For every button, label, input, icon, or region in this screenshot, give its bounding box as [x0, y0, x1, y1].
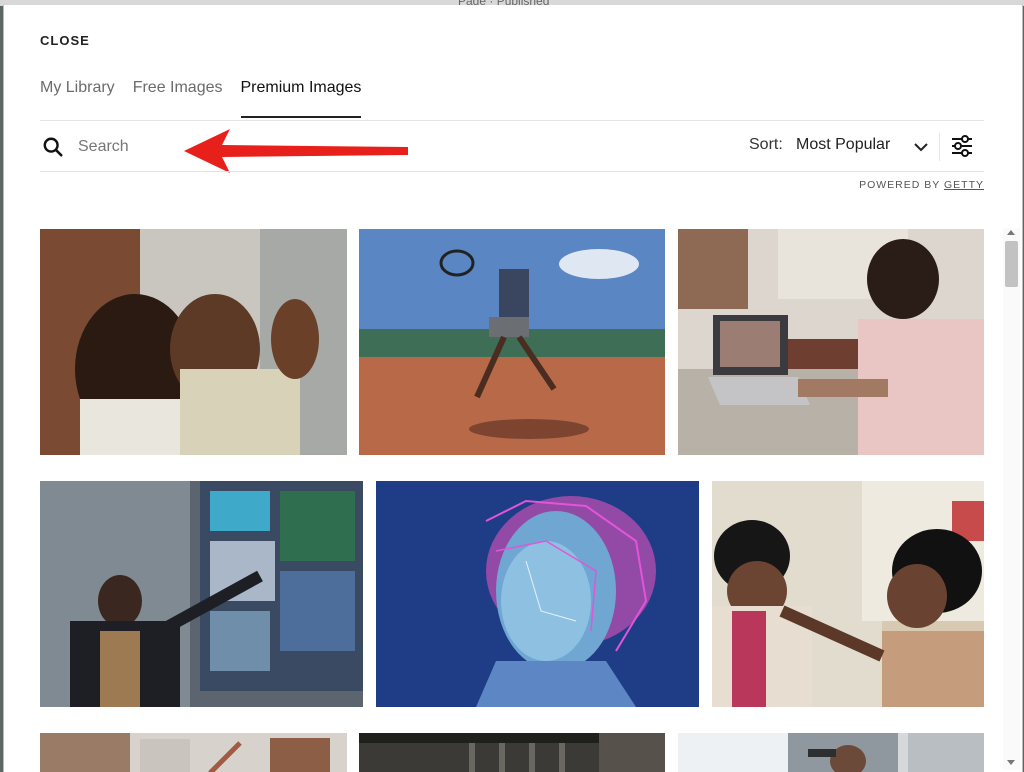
tennis-player-image[interactable] [359, 229, 665, 455]
tab-my-library[interactable]: My Library [40, 79, 115, 118]
interior-image[interactable] [359, 733, 665, 772]
scroll-up-arrow-icon[interactable] [1007, 230, 1015, 235]
couple-dancing-image[interactable] [40, 229, 347, 455]
man-video-call-image[interactable] [678, 229, 984, 455]
office-image[interactable] [40, 733, 347, 772]
search-icon [43, 137, 63, 157]
car-driver-image[interactable] [678, 733, 984, 772]
tab-premium-images[interactable]: Premium Images [240, 79, 362, 118]
sort-label: Sort: [749, 136, 783, 153]
scrollbar-thumb[interactable] [1005, 241, 1018, 287]
close-button[interactable]: CLOSE [40, 33, 90, 48]
chevron-down-icon[interactable] [913, 139, 929, 155]
woman-touchscreen-image[interactable] [40, 481, 363, 707]
women-laughing-image[interactable] [712, 481, 984, 707]
powered-by: POWERED BY GETTY [859, 179, 984, 191]
scroll-down-arrow-icon[interactable] [1007, 760, 1015, 765]
sort-select[interactable]: Most Popular [796, 136, 890, 154]
image-source-tabs: My Library Free Images Premium Images [40, 79, 362, 118]
image-picker-modal: CLOSE My Library Free Images Premium Ima… [3, 5, 1023, 772]
divider [40, 120, 984, 121]
scrollbar[interactable] [1003, 228, 1020, 770]
wireframe-statue-image[interactable] [376, 481, 699, 707]
red-arrow-icon [184, 129, 408, 173]
sliders-icon[interactable] [950, 134, 974, 158]
toolbar-divider [939, 133, 940, 161]
divider [40, 171, 984, 172]
powered-by-label: POWERED BY [859, 179, 941, 191]
tab-free-images[interactable]: Free Images [133, 79, 223, 118]
getty-link[interactable]: GETTY [944, 179, 984, 191]
